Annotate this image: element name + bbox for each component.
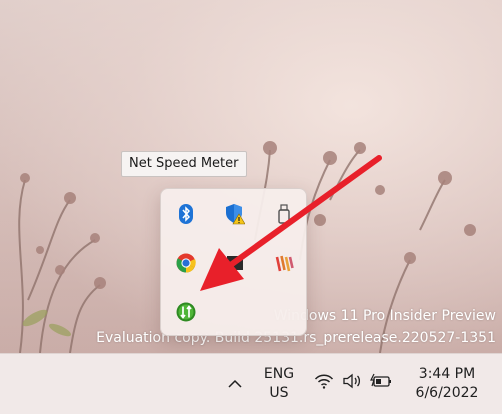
tray-item-windows-security[interactable] bbox=[210, 189, 259, 238]
language-code: ENG bbox=[263, 366, 295, 382]
tray-empty-slot bbox=[259, 287, 308, 336]
usb-drive-icon bbox=[277, 203, 290, 224]
tooltip: Net Speed Meter bbox=[121, 151, 247, 177]
windows-security-warning-icon bbox=[225, 203, 245, 224]
bluetooth-icon bbox=[178, 203, 193, 224]
tray-item-dark-app[interactable] bbox=[210, 238, 259, 287]
keyboard-layout: US bbox=[269, 385, 289, 401]
dark-square-app-icon bbox=[226, 255, 243, 270]
chevron-up-icon bbox=[228, 379, 242, 388]
striped-app-icon bbox=[275, 255, 294, 271]
clock[interactable]: 3:44 PM 6/6/2022 bbox=[408, 365, 486, 403]
clock-time: 3:44 PM bbox=[418, 366, 476, 382]
chrome-icon bbox=[176, 253, 196, 272]
system-tray-icons[interactable] bbox=[314, 373, 392, 389]
wifi-icon[interactable] bbox=[314, 373, 334, 389]
show-hidden-icons-button[interactable] bbox=[226, 374, 244, 392]
tray-overflow-flyout bbox=[160, 188, 307, 336]
taskbar: ENG US 3:44 PM 6/6/2022 bbox=[0, 353, 502, 414]
net-speed-meter-icon bbox=[176, 302, 195, 321]
volume-icon[interactable] bbox=[343, 373, 361, 389]
tray-empty-slot bbox=[210, 287, 259, 336]
clock-date: 6/6/2022 bbox=[415, 385, 479, 401]
tray-item-usb-drive[interactable] bbox=[259, 189, 308, 238]
tray-item-chrome[interactable] bbox=[161, 238, 210, 287]
battery-charging-icon[interactable] bbox=[370, 373, 392, 389]
tray-item-striped-app[interactable] bbox=[259, 238, 308, 287]
tray-item-bluetooth[interactable] bbox=[161, 189, 210, 238]
language-indicator[interactable]: ENG US bbox=[258, 365, 300, 403]
tray-item-net-speed-meter[interactable] bbox=[161, 287, 210, 336]
